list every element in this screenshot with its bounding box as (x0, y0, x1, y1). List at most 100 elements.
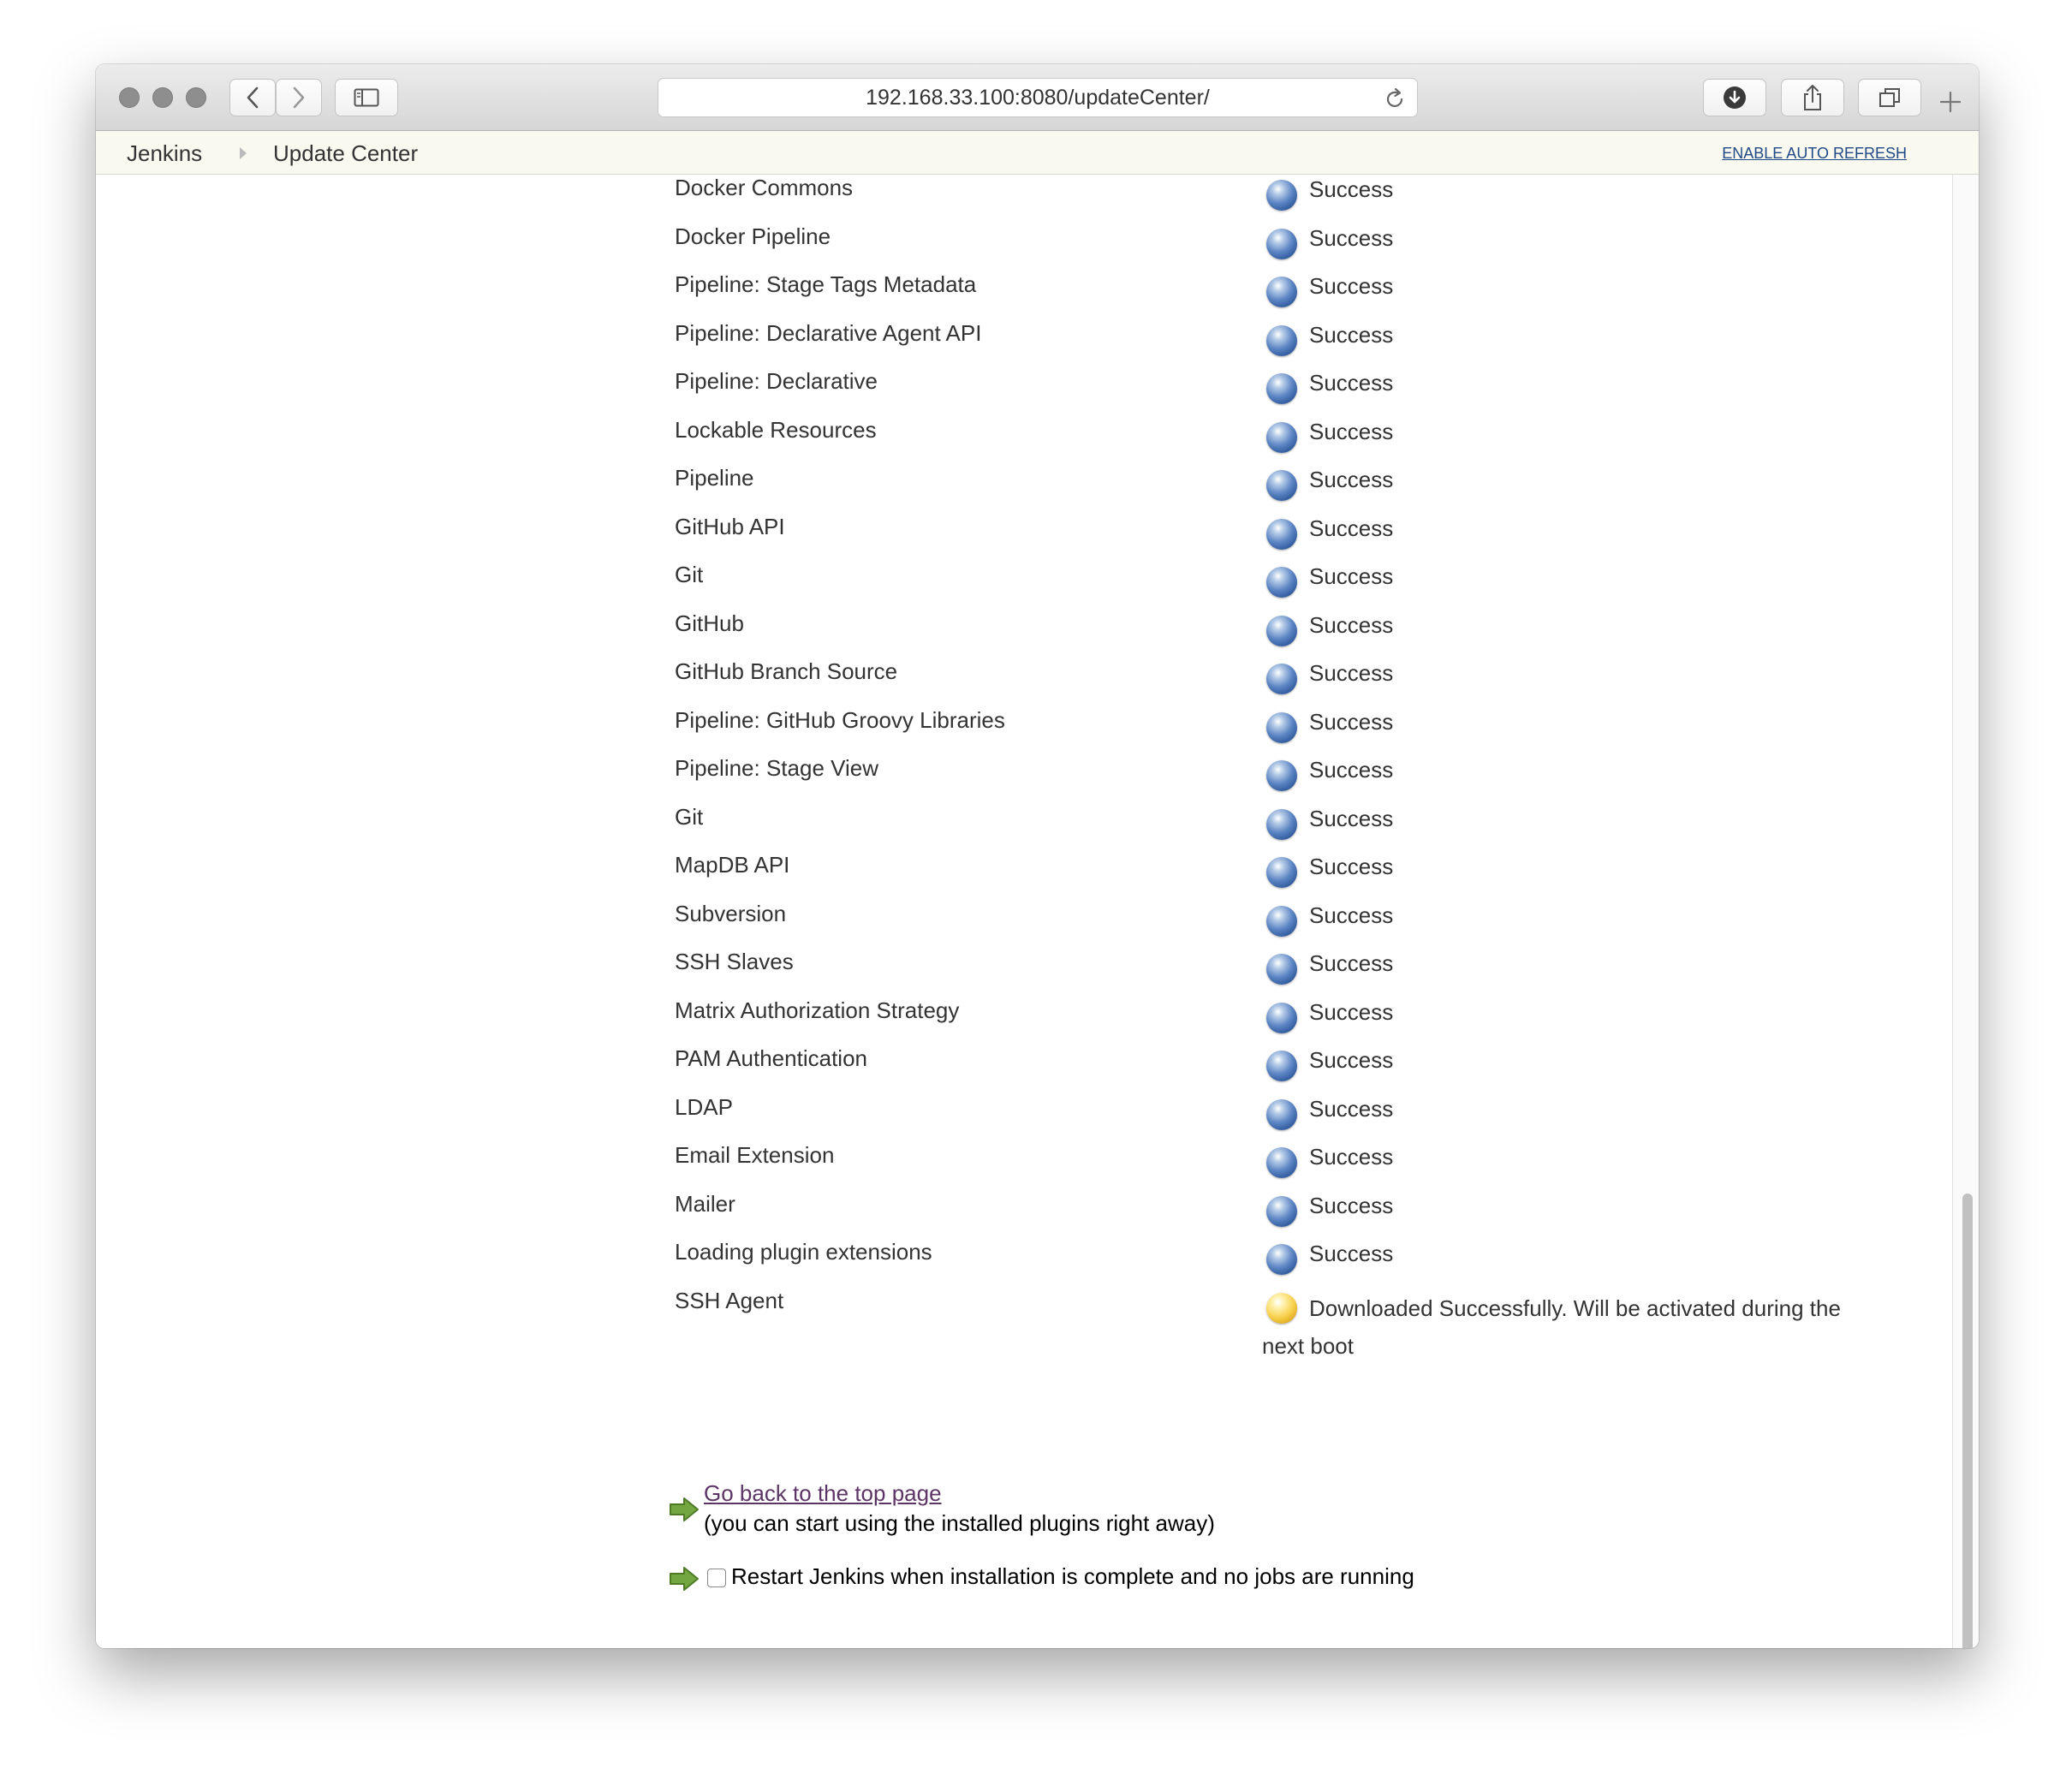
plugin-status: Success (1309, 805, 1394, 831)
plugin-name: Docker Commons (675, 175, 854, 200)
plugin-row: SSH Slaves Success (96, 949, 1952, 997)
status-success-icon (1266, 808, 1297, 840)
plugin-name: Lockable Resources (675, 416, 877, 443)
plugin-row: PAM Authentication Success (96, 1045, 1952, 1093)
status-success-icon (1266, 857, 1297, 888)
close-window-button[interactable] (119, 87, 140, 108)
restart-jenkins-checkbox[interactable] (707, 1569, 726, 1587)
status-success-icon (1266, 1002, 1297, 1033)
reload-icon[interactable] (1384, 87, 1405, 110)
plugin-row: Mailer Success (96, 1191, 1952, 1239)
restart-jenkins-label: Restart Jenkins when installation is com… (731, 1563, 1414, 1589)
plugin-status: Success (1309, 563, 1394, 589)
arrow-right-icon (670, 1567, 699, 1591)
plugin-row: Git Success (96, 562, 1952, 610)
forward-button[interactable] (276, 79, 322, 116)
plugin-status: Success (1309, 176, 1394, 202)
status-success-icon (1266, 1051, 1297, 1081)
sidebar-toggle-button[interactable] (335, 79, 398, 116)
status-success-icon (1266, 567, 1297, 598)
status-success-icon (1266, 373, 1297, 404)
status-success-icon (1266, 905, 1297, 937)
plugin-name: PAM Authentication (675, 1045, 867, 1071)
plugin-name: Mailer (675, 1190, 735, 1217)
plugin-name: MapDB API (675, 852, 790, 878)
status-success-icon (1266, 1195, 1297, 1227)
tab-overview-button[interactable] (1858, 79, 1921, 116)
address-bar[interactable]: 192.168.33.100:8080/updateCenter/ (658, 78, 1418, 117)
plugin-name: Subversion (675, 900, 787, 926)
arrow-right-icon (670, 1497, 699, 1521)
plugin-status: Success (1309, 1144, 1394, 1170)
plugin-row: Email Extension Success (96, 1142, 1952, 1190)
plugin-name: Matrix Authorization Strategy (675, 997, 960, 1023)
browser-toolbar: 192.168.33.100:8080/updateCenter/ (96, 64, 1979, 131)
url-text: 192.168.33.100:8080/updateCenter/ (866, 85, 1210, 110)
plugin-row: GitHub Branch Source Success (96, 658, 1952, 706)
plugin-status: Success (1309, 273, 1394, 299)
share-icon (1804, 85, 1821, 110)
plugin-status: Success (1309, 950, 1394, 976)
status-success-icon (1266, 1244, 1297, 1275)
plugin-row: Subversion Success (96, 901, 1952, 949)
status-success-icon (1266, 470, 1297, 501)
plugin-row: Pipeline: Stage Tags Metadata Success (96, 271, 1952, 319)
plugin-status: Success (1309, 757, 1394, 783)
plugin-row: Pipeline: GitHub Groovy Libraries Success (96, 707, 1952, 755)
plugin-row: Pipeline: Declarative Agent API Success (96, 320, 1952, 368)
breadcrumb-jenkins[interactable]: Jenkins (127, 140, 202, 167)
back-button[interactable] (229, 79, 276, 116)
plugin-row: MapDB API Success (96, 852, 1952, 900)
plugin-row: GitHub API Success (96, 514, 1952, 562)
status-success-icon (1266, 277, 1297, 307)
breadcrumb-separator-icon (240, 147, 247, 159)
breadcrumb-update-center[interactable]: Update Center (273, 140, 418, 167)
plugin-status: Success (1309, 611, 1394, 638)
minimize-window-button[interactable] (152, 87, 173, 108)
plugin-name: Docker Pipeline (675, 223, 831, 249)
plugin-status: Success (1309, 660, 1394, 686)
status-success-icon (1266, 1098, 1297, 1130)
status-success-icon (1266, 180, 1297, 211)
enable-auto-refresh-link[interactable]: ENABLE AUTO REFRESH (1722, 145, 1907, 163)
status-success-icon (1266, 664, 1297, 694)
status-success-icon (1266, 760, 1297, 791)
plugin-row: Docker Commons Success (96, 175, 1952, 223)
update-center-content: Docker Commons Success Docker Pipeline Succ… (96, 175, 1952, 1648)
status-success-icon (1266, 954, 1297, 985)
chevron-left-icon (247, 86, 259, 109)
plugin-row: Pipeline Success (96, 465, 1952, 513)
downloads-button[interactable] (1703, 79, 1766, 116)
zoom-window-button[interactable] (186, 87, 206, 108)
go-back-top-page-link[interactable]: Go back to the top page (704, 1480, 942, 1507)
plugin-name: LDAP (675, 1093, 733, 1120)
plugin-status: Success (1309, 370, 1394, 396)
plugin-status: Success (1309, 708, 1394, 735)
status-success-icon (1266, 421, 1297, 453)
plugin-name: Pipeline (675, 465, 754, 491)
scrollbar-thumb[interactable] (1962, 1194, 1973, 1648)
vertical-scrollbar[interactable] (1952, 175, 1979, 1648)
plugin-name: Git (675, 562, 704, 587)
plugin-row: Git Success (96, 804, 1952, 852)
plugin-row: Pipeline: Stage View Success (96, 755, 1952, 803)
plugin-row: Lockable Resources Success (96, 417, 1952, 465)
plugin-status: Success (1309, 902, 1394, 928)
status-success-icon (1266, 228, 1297, 259)
sidebar-icon (354, 88, 379, 107)
plugin-name: Pipeline: Declarative Agent API (675, 319, 982, 346)
download-icon (1724, 86, 1746, 109)
plugin-row: LDAP Success (96, 1094, 1952, 1142)
plugin-row: Loading plugin extensions Success (96, 1239, 1952, 1287)
browser-window: 192.168.33.100:8080/updateCenter/ Jenkin… (96, 64, 1979, 1648)
plugin-name: GitHub API (675, 513, 785, 539)
plugin-name: Loading plugin extensions (675, 1239, 932, 1265)
new-tab-icon[interactable] (1938, 90, 1962, 114)
plugin-row: Matrix Authorization Strategy Success (96, 997, 1952, 1045)
breadcrumb: Jenkins Update Center ENABLE AUTO REFRES… (96, 131, 1979, 175)
status-success-icon (1266, 324, 1297, 356)
share-button[interactable] (1781, 79, 1844, 116)
plugin-name: GitHub Branch Source (675, 658, 898, 684)
plugin-name: Pipeline: Stage Tags Metadata (675, 271, 977, 297)
plugin-name: GitHub (675, 610, 744, 636)
